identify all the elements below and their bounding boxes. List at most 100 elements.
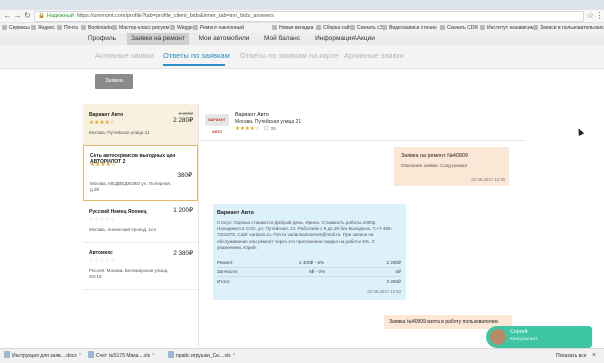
close-icon[interactable]: × [592, 351, 596, 361]
sub-tabs: Активные заявки Ответы по заявкам Ответы… [0, 45, 604, 69]
reload-icon[interactable]: ↻ [23, 11, 32, 20]
url-text: https://uremont.com/profile?tab=profile_… [76, 13, 274, 19]
bookmark-item[interactable]: Ремонт наклонный [193, 23, 244, 33]
browser-tab-strip [0, 0, 604, 10]
answer-price: 2 280₽ [173, 117, 193, 124]
bookmark-item[interactable]: Видеозаписи стенин [382, 23, 437, 33]
nav-my-cars[interactable]: Мои автомобили [195, 33, 253, 45]
bookmark-item[interactable]: Новая вкладка [272, 23, 313, 33]
rating-stars: ★★★★☆ [89, 120, 116, 126]
rating-stars: ☆☆☆☆☆ [89, 217, 116, 223]
answer-address: Россия, Москва, Беломорская улица, 40с18 [89, 268, 169, 279]
file-icon [168, 351, 174, 358]
parts-label: Запчасти: [217, 269, 239, 274]
forward-icon[interactable]: → [13, 11, 22, 20]
file-icon [88, 351, 94, 358]
answer-address: Москва, Путейская улица 21 [89, 130, 150, 135]
active-tab-underline [163, 64, 225, 66]
download-item[interactable]: прайс игрушки_Си....xls ^ [168, 351, 235, 361]
bookmark-item[interactable]: Сервисы [2, 23, 30, 33]
answer-name: Русский Немец Японец [89, 209, 147, 215]
menu-icon[interactable]: ⋮ [595, 11, 604, 20]
grand-total: 2 280₽ [386, 279, 401, 284]
parts-calc: 0₽ - 0% [309, 269, 326, 274]
chat-service-address: Москва, Путейская улица 21 [235, 119, 302, 125]
bookmark-item[interactable]: Скачать сЭ [350, 23, 383, 33]
url-field[interactable]: 🔒 Надежный https://uremont.com/profile?tab… [34, 11, 584, 22]
back-icon[interactable]: ← [3, 11, 12, 20]
file-icon [4, 351, 10, 358]
lock-icon: 🔒 [38, 13, 45, 19]
nav-repair-requests[interactable]: Заявки на ремонт [127, 33, 189, 45]
answer-item[interactable]: Сеть автосервисов выгодных цен АВТОРИЛОТ… [83, 145, 198, 201]
message-text: Описание заявки: Сход-развал [401, 163, 468, 168]
request-badge[interactable]: Заявка №40909 [95, 74, 133, 99]
answer-item[interactable]: Русский Немец Японец 1 200₽ ☆☆☆☆☆ Москва… [83, 202, 198, 243]
message-bubble-answer: Вариант Авто Статус: Оценка стоимости До… [213, 204, 406, 300]
rating-stars: ★★★★☆ [90, 162, 117, 168]
bookmark-item[interactable]: Яндекс [31, 23, 55, 33]
bookmark-item[interactable]: Wegge [170, 23, 193, 33]
consultant-chat-button[interactable]: Сергей Консультант [486, 326, 592, 348]
answer-item[interactable]: Автомехс 2 380₽ ☆☆☆☆☆ Россия, Москва, Бе… [83, 243, 198, 290]
chevron-up-icon[interactable]: ^ [79, 353, 81, 359]
tab-active-requests[interactable]: Активные заявки [95, 51, 154, 60]
message-title: Вариант Авто [217, 210, 254, 216]
message-title: Заявка №40909 взята в работу пользовател… [389, 319, 498, 325]
chat-divider [199, 140, 525, 141]
rating-stars: ★★★★☆ [235, 126, 260, 132]
rating-stars: ☆☆☆☆☆ [89, 258, 116, 264]
answer-name: Вариант Авто [89, 112, 124, 118]
bookmark-item[interactable]: Записи в пользовательских [533, 23, 604, 33]
message-title: Заявка на ремонт №40909 [401, 153, 468, 159]
consultant-role: Консультант [510, 337, 538, 342]
download-item[interactable]: Счет №5179 Мака....xls ^ [88, 351, 154, 361]
bookmark-item[interactable]: Скачать CDR [440, 23, 478, 33]
answer-item[interactable]: Вариант Авто 2 400₽ ★★★★☆ 2 280₽ Москва,… [83, 104, 198, 145]
message-text: Статус: Оценка стоимости Добрый день, Ир… [217, 220, 393, 250]
answer-address: Москва, Анненский проезд, 1с4 [89, 227, 156, 232]
bookmark-item[interactable]: Bookmarks [81, 23, 113, 33]
row-divider [217, 276, 401, 277]
chevron-up-icon[interactable]: ^ [233, 353, 235, 359]
tab-answers-map[interactable]: Ответы по заявкам на карте [240, 51, 338, 60]
nav-my-balance[interactable]: Мой баланс [258, 33, 306, 45]
bookmark-item[interactable]: Сборка сайт [316, 23, 352, 33]
service-logo: ВАРИАНТ АВТО [205, 114, 229, 134]
repair-total: 2 280₽ [386, 260, 401, 265]
answer-price: 1 200₽ [173, 207, 193, 214]
nav-profile[interactable]: Профиль [83, 33, 121, 45]
comments-count[interactable]: 🗨 35 [263, 127, 276, 132]
repair-label: Ремонт: [217, 260, 235, 265]
message-date: 02.06.2017 12:30 [471, 177, 505, 182]
star-icon[interactable]: ☆ [586, 11, 595, 20]
parts-total: 0₽ [395, 269, 401, 274]
bookmark-item[interactable]: Институт независим [480, 23, 534, 33]
answer-name: Автомехс [89, 250, 113, 256]
tab-answers[interactable]: Ответы по заявкам [163, 51, 230, 60]
tab-archived-requests[interactable]: Архивные заявки [344, 51, 404, 60]
message-bubble-request: Заявка на ремонт №40909 Описание заявки:… [394, 147, 509, 186]
download-item[interactable]: Инструкция для заяв....docx ^ [4, 351, 81, 361]
answer-price: 380₽ [177, 172, 192, 179]
nav-info-promos[interactable]: Информация\Акции [311, 33, 379, 45]
bookmark-item[interactable]: Мастер-класс рисуем [112, 23, 169, 33]
mouse-cursor [575, 127, 585, 136]
answer-price: 2 380₽ [173, 250, 193, 257]
address-bar: ← → ↻ 🔒 Надежный https://uremont.com/profi… [0, 10, 604, 23]
chevron-up-icon[interactable]: ^ [152, 353, 154, 359]
row-divider [217, 267, 401, 268]
show-all-downloads-link[interactable]: Показать все [556, 351, 587, 361]
answer-address: Москва, МЕДВЕДКОВО ул. Полярная, д.39 [90, 181, 172, 192]
message-date: 02.06.2017 12:53 [367, 289, 401, 294]
bookmark-item[interactable]: Почта [57, 23, 78, 33]
comment-icon: 🗨 [263, 127, 270, 132]
downloads-bar: Инструкция для заяв....docx ^ Счет №5179 … [0, 348, 604, 363]
total-label: Итого: [217, 279, 231, 284]
repair-calc: 2 400₽ - 5% [299, 260, 325, 265]
consultant-avatar [490, 329, 506, 345]
chat-service-name: Вариант Авто [235, 112, 269, 118]
consultant-name: Сергей [510, 329, 528, 335]
secure-label: Надежный [46, 13, 74, 19]
site-nav: Профиль Заявки на ремонт Мои автомобили … [0, 33, 604, 45]
